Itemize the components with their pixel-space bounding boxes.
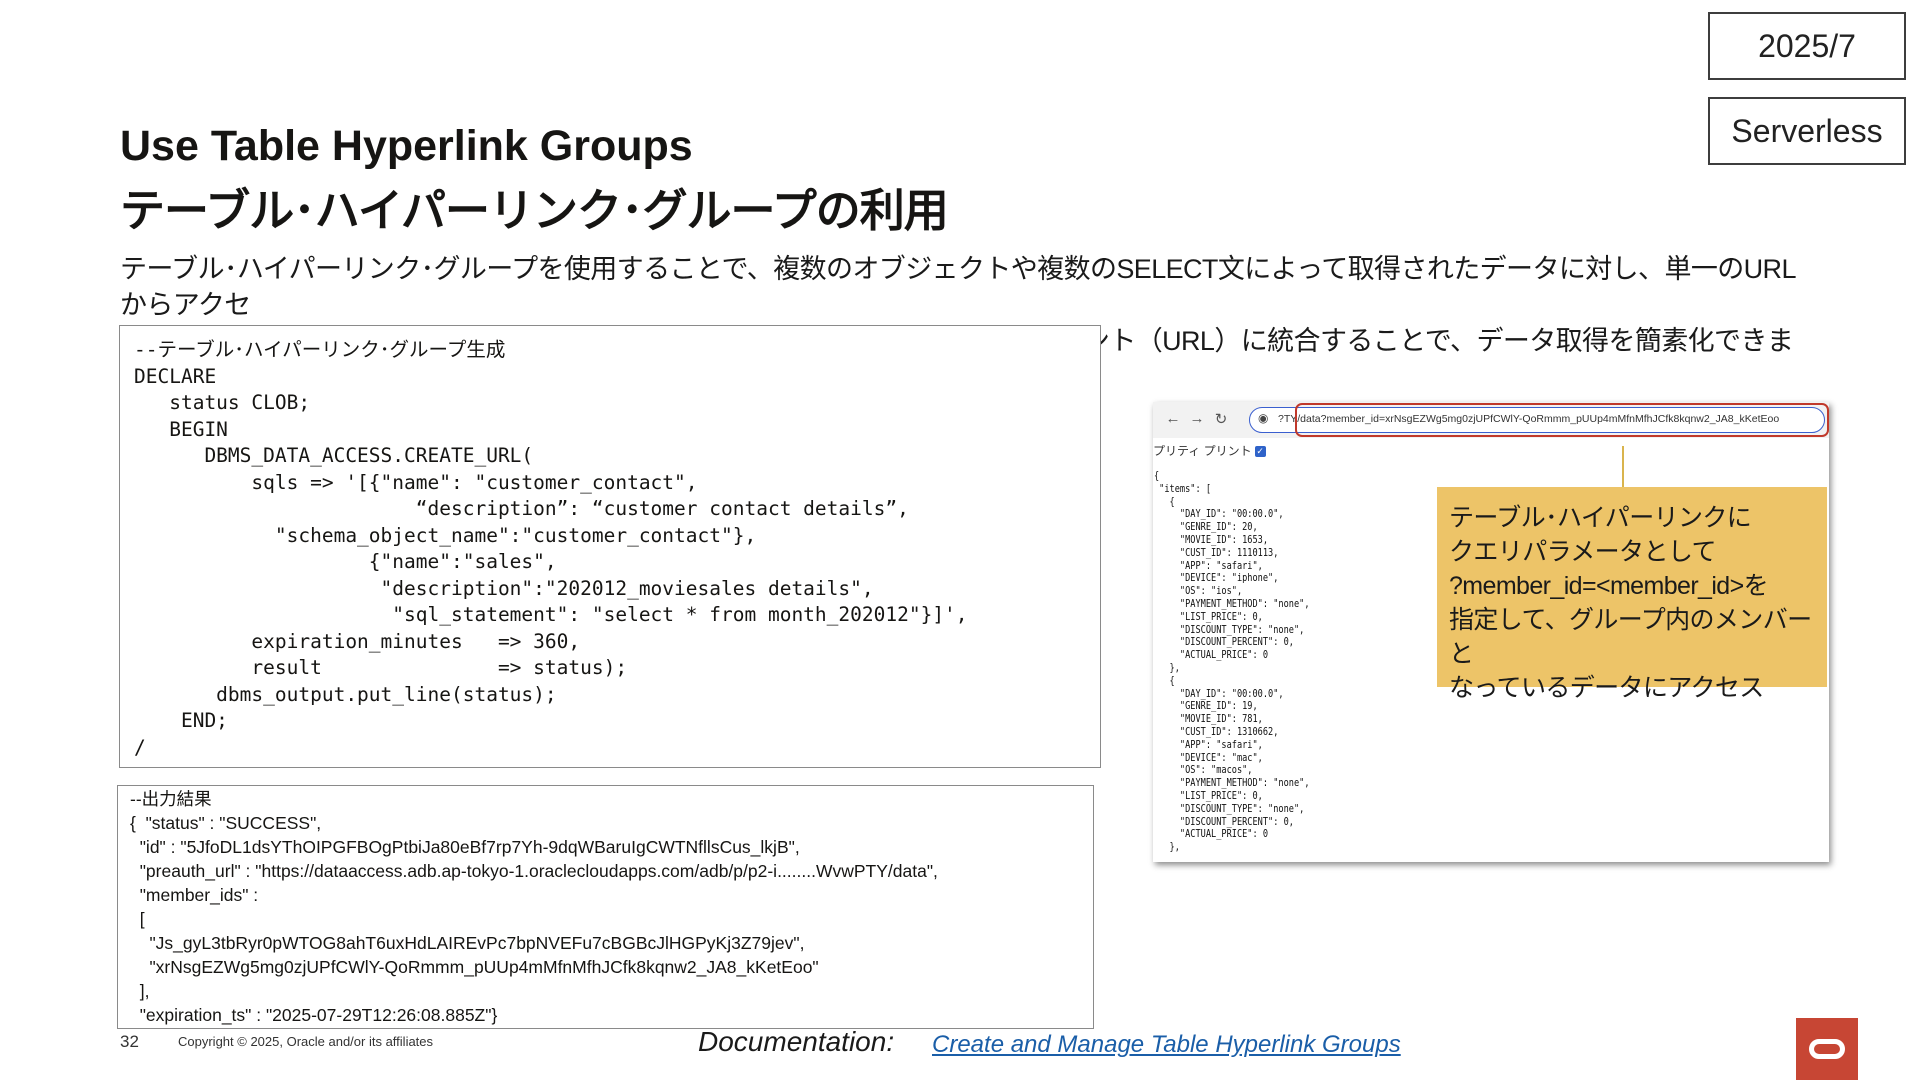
copyright-notice: Copyright © 2025, Oracle and/or its affi… — [178, 1034, 434, 1049]
output-line: --出力結果 — [130, 789, 212, 809]
date-tag: 2025/7 — [1708, 12, 1906, 80]
json-line: "DAY_ID": "00:00.0", — [1154, 687, 1284, 700]
output-result-block: --出力結果 { "status" : "SUCCESS", "id" : "5J… — [117, 785, 1094, 1029]
code-line: "description":"202012_moviesales details… — [134, 576, 874, 600]
code-line: "sql_statement": "select * from month_20… — [134, 603, 968, 626]
code-line: result => status); — [134, 656, 628, 679]
json-line: "OS": "ios", — [1154, 585, 1243, 598]
code-line: “description”: “customer contact details… — [134, 497, 909, 520]
json-line: { — [1154, 495, 1175, 508]
code-line: / — [134, 735, 146, 759]
json-line: "DISCOUNT_TYPE": "none", — [1154, 802, 1305, 815]
output-line: [ — [130, 909, 145, 929]
json-line: "DEVICE": "mac", — [1154, 751, 1263, 764]
code-line: DECLARE — [134, 364, 217, 388]
json-line: "CUST_ID": 1110113, — [1154, 546, 1279, 559]
json-line: "items": [ — [1154, 482, 1212, 495]
json-line: "APP": "safari", — [1154, 738, 1263, 751]
service-tag: Serverless — [1708, 97, 1906, 165]
pretty-print-toggle[interactable]: プリティ プリント ✓ — [1153, 442, 1266, 459]
callout-line: テーブル･ハイパーリンクに — [1449, 504, 1752, 532]
code-line: END; — [134, 709, 228, 732]
json-line: { — [1154, 470, 1160, 482]
code-line: status CLOB; — [134, 391, 311, 414]
member-id-callout: テーブル･ハイパーリンクに クエリパラメータとして ?member_id=<me… — [1437, 487, 1827, 702]
page-title-en: Use Table Hyperlink Groups — [120, 122, 693, 170]
json-line: "PAYMENT_METHOD": "none", — [1154, 777, 1310, 790]
code-lines: --テーブル･ハイパーリンク･グループ生成 DECLARE status CLOB… — [134, 337, 1086, 761]
json-line: "ACTUAL_PRICE": 0 — [1154, 828, 1269, 841]
json-line: "CUST_ID": 1310662, — [1154, 725, 1279, 738]
code-line: expiration_minutes => 360, — [134, 629, 581, 653]
json-line: "DISCOUNT_PERCENT": 0, — [1154, 815, 1294, 828]
callout-line: なっているデータにアクセス — [1449, 674, 1764, 702]
json-line: "OS": "macos", — [1154, 764, 1253, 777]
code-line: DBMS_DATA_ACCESS.CREATE_URL( — [134, 444, 534, 467]
code-line: sqls => '[{"name": "customer_contact", — [134, 470, 698, 494]
back-arrow-icon[interactable]: ← — [1163, 410, 1183, 427]
code-line: BEGIN — [134, 417, 228, 441]
pretty-print-label: プリティ プリント — [1153, 444, 1252, 458]
output-line: "member_ids" : — [130, 885, 259, 905]
json-line: "DAY_ID": "00:00.0", — [1154, 508, 1284, 521]
plsql-code-block: --テーブル･ハイパーリンク･グループ生成 DECLARE status CLOB… — [119, 325, 1101, 768]
callout-line: ?member_id=<member_id>を — [1449, 572, 1769, 600]
json-line: { — [1154, 674, 1175, 687]
output-line: { "status" : "SUCCESS", — [130, 813, 322, 833]
json-line: "LIST_PRICE": 0, — [1154, 789, 1263, 802]
url-highlight-box — [1295, 403, 1829, 437]
json-line: "DISCOUNT_PERCENT": 0, — [1154, 636, 1294, 649]
intro-line-1: テーブル･ハイパーリンク･グループを使用することで、複数のオブジェクトや複数のS… — [120, 254, 1796, 320]
callout-line: クエリパラメータとして — [1449, 538, 1717, 566]
json-line: "PAYMENT_METHOD": "none", — [1154, 597, 1310, 610]
output-line: "preauth_url" : "https://dataaccess.adb.… — [130, 861, 938, 881]
code-line: "schema_object_name":"customer_contact"}… — [134, 523, 757, 547]
callout-pointer-line — [1622, 446, 1624, 488]
code-line: --テーブル･ハイパーリンク･グループ生成 — [134, 338, 506, 361]
oracle-ring-icon — [1809, 1039, 1845, 1059]
output-lines: --出力結果 { "status" : "SUCCESS", "id" : "5J… — [130, 787, 1081, 1027]
json-line: "DEVICE": "iphone", — [1154, 572, 1279, 585]
code-line: {"name":"sales", — [134, 550, 557, 573]
json-line: "LIST_PRICE": 0, — [1154, 610, 1263, 623]
json-line: "APP": "safari", — [1154, 559, 1263, 572]
json-response: { "items": [ { "DAY_ID": "00:00.0", "GEN… — [1154, 470, 1310, 854]
json-line: "GENRE_ID": 20, — [1154, 521, 1258, 534]
json-line: }, — [1154, 661, 1180, 674]
json-line: }, — [1154, 841, 1180, 854]
output-line: "Js_gyL3tbRyr0pWTOG8ahT6uxHdLAIREvPc7bpN… — [130, 933, 805, 953]
output-line: "expiration_ts" : "2025-07-29T12:26:08.8… — [130, 1005, 498, 1025]
output-line: "id" : "5JfoDL1dsYThOIPGFBOgPtbiJa80eBf7… — [130, 837, 800, 857]
reload-icon[interactable]: ↻ — [1211, 410, 1231, 428]
output-line: ], — [130, 981, 150, 1001]
json-line: "DISCOUNT_TYPE": "none", — [1154, 623, 1305, 636]
forward-arrow-icon[interactable]: → — [1187, 410, 1207, 427]
code-line: dbms_output.put_line(status); — [134, 682, 557, 706]
callout-line: 指定して、グループ内のメンバーと — [1449, 606, 1812, 668]
json-line: "MOVIE_ID": 1653, — [1154, 533, 1269, 546]
documentation-link[interactable]: Create and Manage Table Hyperlink Groups — [932, 1031, 1401, 1059]
browser-toolbar: ← → ↻ ◉ ?TY/data?member_id=xrNsgEZWg5mg0… — [1153, 402, 1829, 438]
page-number: 32 — [120, 1032, 139, 1051]
json-line: "GENRE_ID": 19, — [1154, 700, 1258, 713]
page-title-jp: テーブル･ハイパーリンク･グループの利用 — [120, 185, 949, 236]
json-line: "MOVIE_ID": 781, — [1154, 713, 1263, 726]
checkbox-checked-icon[interactable]: ✓ — [1254, 446, 1266, 458]
oracle-logo-icon — [1796, 1018, 1858, 1080]
documentation-label: Documentation: — [698, 1026, 895, 1057]
site-info-icon[interactable]: ◉ — [1258, 411, 1268, 425]
json-line: "ACTUAL_PRICE": 0 — [1154, 649, 1269, 662]
output-line: "xrNsgEZWg5mg0zjUPfCWlY-QoRmmm_pUUp4mMfn… — [130, 957, 819, 977]
